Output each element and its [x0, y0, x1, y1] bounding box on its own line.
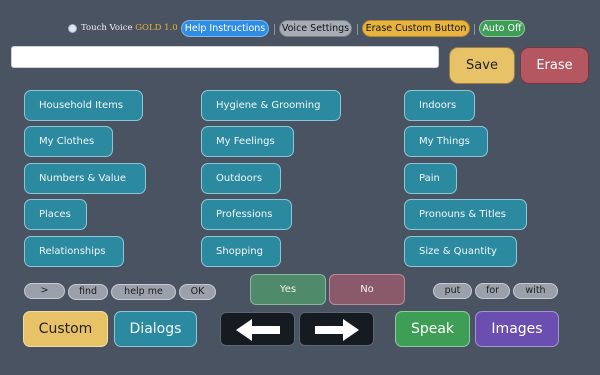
- dialogs-button[interactable]: Dialogs: [114, 311, 197, 347]
- category-size-quantity[interactable]: Size & Quantity: [404, 236, 517, 267]
- app-icon: [68, 23, 77, 33]
- next-page-button[interactable]: >: [24, 283, 65, 299]
- category-pain[interactable]: Pain: [404, 163, 457, 194]
- category-places[interactable]: Places: [24, 199, 87, 230]
- category-household-items[interactable]: Household Items: [24, 90, 143, 121]
- yes-button[interactable]: Yes: [250, 274, 326, 305]
- images-button[interactable]: Images: [475, 311, 559, 347]
- word-button[interactable]: with: [513, 283, 558, 299]
- category-my-feelings[interactable]: My Feelings: [201, 126, 294, 157]
- erase-button[interactable]: Erase: [520, 47, 589, 84]
- category-numbers-value[interactable]: Numbers & Value: [24, 163, 146, 194]
- right-arrow-icon: [315, 319, 359, 341]
- separator: [274, 24, 275, 35]
- help-instructions-button[interactable]: Help Instructions: [181, 20, 269, 37]
- custom-button[interactable]: Custom: [23, 311, 108, 347]
- category-outdoors[interactable]: Outdoors: [201, 163, 281, 194]
- category-hygiene-grooming[interactable]: Hygiene & Grooming: [201, 90, 341, 121]
- back-arrow-button[interactable]: [220, 312, 295, 346]
- no-button[interactable]: No: [329, 274, 405, 305]
- voice-settings-button[interactable]: Voice Settings: [279, 20, 352, 37]
- word-button[interactable]: OK: [179, 284, 216, 300]
- speak-button[interactable]: Speak: [395, 311, 470, 347]
- word-button[interactable]: find: [68, 284, 108, 300]
- app-title: Touch Voice GOLD 1.0: [81, 23, 178, 33]
- save-button[interactable]: Save: [449, 47, 515, 84]
- word-button[interactable]: help me: [111, 284, 176, 300]
- category-indoors[interactable]: Indoors: [404, 90, 475, 121]
- category-my-things[interactable]: My Things: [404, 126, 488, 157]
- category-professions[interactable]: Professions: [201, 199, 292, 230]
- category-relationships[interactable]: Relationships: [24, 236, 124, 267]
- message-input[interactable]: [11, 46, 439, 68]
- category-my-clothes[interactable]: My Clothes: [24, 126, 113, 157]
- category-pronouns-titles[interactable]: Pronouns & Titles: [404, 199, 527, 230]
- separator: [474, 24, 475, 35]
- word-button[interactable]: put: [433, 283, 472, 299]
- word-button[interactable]: for: [475, 283, 510, 299]
- auto-toggle-button[interactable]: Auto Off: [479, 20, 525, 37]
- erase-custom-button[interactable]: Erase Custom Button: [362, 20, 470, 37]
- left-arrow-icon: [236, 319, 280, 341]
- app-logo: Touch Voice GOLD 1.0: [68, 21, 178, 35]
- category-shopping[interactable]: Shopping: [201, 236, 281, 267]
- forward-arrow-button[interactable]: [299, 312, 374, 346]
- separator: [357, 24, 358, 35]
